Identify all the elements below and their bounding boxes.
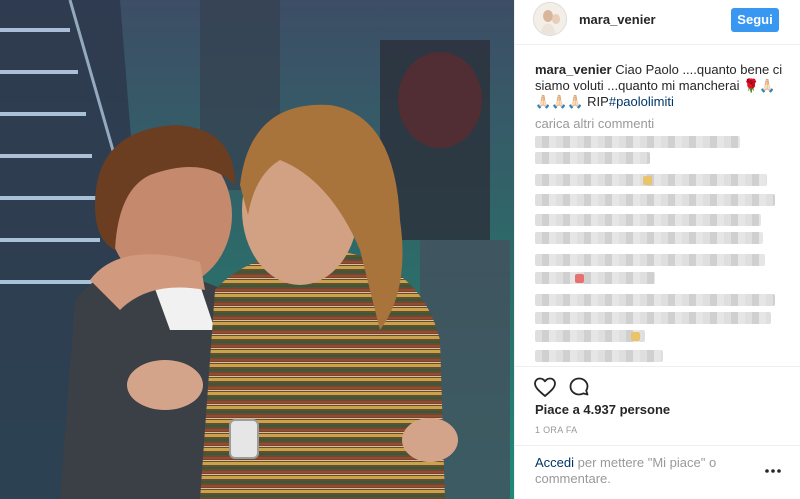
login-prompt: Accedi per mettere "Mi piace" o commenta… xyxy=(535,455,755,487)
blurred-emoji xyxy=(631,332,640,341)
blurred-comment xyxy=(535,232,763,244)
avatar-image-icon xyxy=(534,3,566,35)
post-footer: Accedi per mettere "Mi piace" o commenta… xyxy=(515,445,800,499)
post-caption: mara_venier Ciao Paolo ....quanto bene c… xyxy=(535,62,785,110)
avatar[interactable] xyxy=(533,2,567,36)
blurred-comment xyxy=(535,294,775,306)
comment-icon[interactable] xyxy=(567,375,591,399)
blurred-emoji xyxy=(643,176,652,185)
blurred-comment xyxy=(535,136,740,148)
load-more-comments-link[interactable]: carica altri commenti xyxy=(535,116,654,131)
blurred-comment xyxy=(535,330,645,342)
likes-count[interactable]: Piace a 4.937 persone xyxy=(535,402,670,417)
heart-icon[interactable] xyxy=(533,375,557,399)
photo-illustration xyxy=(0,0,514,499)
caption-author[interactable]: mara_venier xyxy=(535,62,612,77)
login-link[interactable]: Accedi xyxy=(535,455,574,470)
post-side-panel: mara_venier Segui mara_venier Ciao Paolo… xyxy=(514,0,800,499)
post-author-username[interactable]: mara_venier xyxy=(579,12,656,27)
rose-emoji-icon: 🌹 xyxy=(743,78,760,93)
post-header: mara_venier Segui xyxy=(515,0,800,45)
blurred-comments-area xyxy=(535,136,785,366)
blurred-comment xyxy=(535,272,655,284)
post-actions-bar xyxy=(515,366,800,402)
follow-button[interactable]: Segui xyxy=(731,8,779,32)
blurred-comment xyxy=(535,194,775,206)
praying-hands-emoji-icon: 🙏🏻 xyxy=(759,78,776,93)
hashtag-link[interactable]: #paololimiti xyxy=(609,94,674,109)
praying-hands-row-emoji-icon: 🙏🏻🙏🏻🙏🏻 xyxy=(535,94,588,109)
post-photo[interactable] xyxy=(0,0,514,499)
blurred-comment xyxy=(535,254,765,266)
post-timestamp: 1 ORA FA xyxy=(535,425,578,435)
more-options-icon[interactable] xyxy=(763,466,783,476)
blurred-comment xyxy=(535,350,663,362)
blurred-comment xyxy=(535,152,650,164)
blurred-comment xyxy=(535,214,761,226)
blurred-comment xyxy=(535,312,771,324)
blurred-emoji xyxy=(575,274,584,283)
caption-rip: RIP xyxy=(587,94,609,109)
